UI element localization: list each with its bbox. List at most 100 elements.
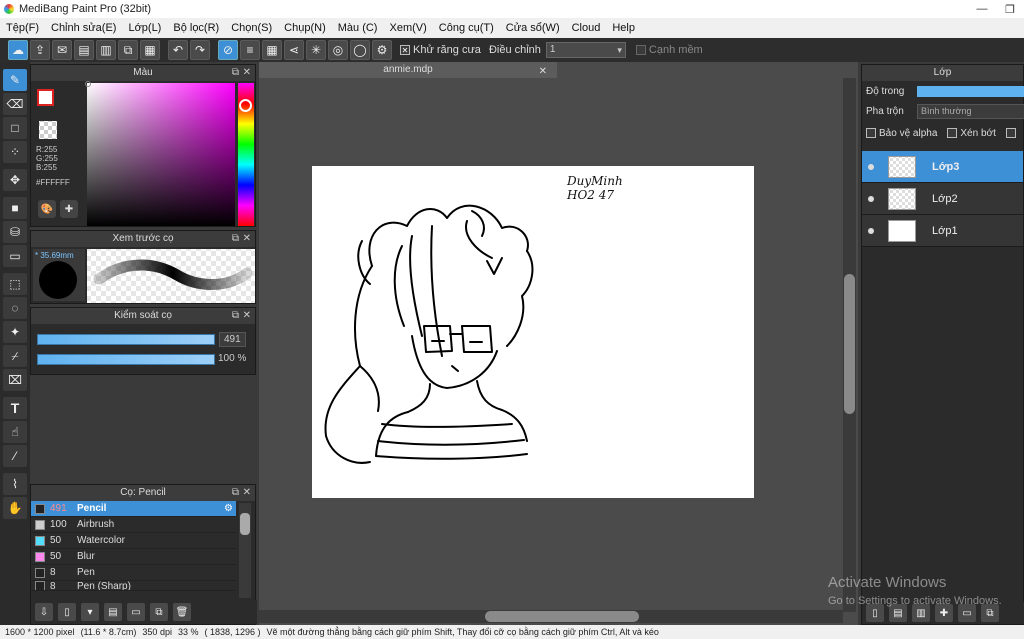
close-icon[interactable]: ✕ — [243, 65, 251, 81]
share-icon[interactable]: ⇪ — [30, 40, 50, 60]
cloud-download-icon[interactable]: ⇩ — [35, 603, 53, 621]
menu-file[interactable]: Tệp(F) — [0, 18, 45, 38]
radial-snap-icon[interactable]: ✳ — [306, 40, 326, 60]
cloud-icon[interactable]: ☁ — [8, 40, 28, 60]
lock-checkbox[interactable] — [1005, 128, 1016, 138]
protect-alpha-checkbox[interactable] — [866, 128, 876, 138]
redo-icon[interactable]: ↷ — [190, 40, 210, 60]
hue-marker[interactable] — [239, 99, 252, 112]
shape-tool-icon[interactable]: □ — [3, 117, 27, 139]
parallel-snap-icon[interactable]: ≡ — [240, 40, 260, 60]
divide-tool-icon[interactable]: ⁄ — [3, 445, 27, 467]
undock-icon[interactable]: ⧉ — [232, 308, 239, 324]
text-tool-icon[interactable]: T — [3, 397, 27, 419]
select-rect-tool-icon[interactable]: ⬚ — [3, 273, 27, 295]
foreground-color-swatch[interactable] — [37, 89, 54, 106]
drawing-canvas[interactable]: DuyMinh HO2 47 — [312, 166, 754, 498]
blend-mode-select[interactable]: Bình thường — [917, 104, 1024, 119]
move-tool-icon[interactable]: ✥ — [3, 169, 27, 191]
perspective-snap-icon[interactable]: ⋖ — [284, 40, 304, 60]
add-brush-menu-icon[interactable]: ▾ — [81, 603, 99, 621]
select-pen-tool-icon[interactable]: ⌿ — [3, 345, 27, 367]
page-icon[interactable]: ▥ — [96, 40, 116, 60]
brush-list-scrollbar[interactable] — [239, 503, 251, 598]
layer-opacity-slider[interactable] — [917, 86, 1024, 97]
magic-wand-tool-icon[interactable]: ✦ — [3, 321, 27, 343]
operation-tool-icon[interactable]: ☝ — [3, 421, 27, 443]
canvas-vertical-scrollbar[interactable] — [843, 78, 856, 612]
eyedropper-tool-icon[interactable]: ⌇ — [3, 473, 27, 495]
close-icon[interactable]: ✕ — [243, 485, 251, 501]
menu-view[interactable]: Xem(V) — [383, 18, 432, 38]
canvas-horizontal-scrollbar[interactable] — [259, 610, 843, 623]
chat-icon[interactable]: ✉ — [52, 40, 72, 60]
clipping-checkbox[interactable] — [947, 128, 958, 138]
gradient-tool-icon[interactable]: ▭ — [3, 245, 27, 267]
concentric-snap-icon[interactable]: ◎ — [328, 40, 348, 60]
menu-filter[interactable]: Bộ lọc(R) — [167, 18, 225, 38]
menu-window[interactable]: Cửa sổ(W) — [500, 18, 566, 38]
brush-properties-icon[interactable]: ▤ — [104, 603, 122, 621]
undock-icon[interactable]: ⧉ — [232, 231, 239, 247]
brush-tool-icon[interactable]: ✎ — [3, 69, 27, 91]
select-eraser-tool-icon[interactable]: ⌧ — [3, 369, 27, 391]
document-tab[interactable]: anmie.mdp ✕ — [259, 62, 557, 78]
brush-settings-icon[interactable]: ⚙ — [224, 503, 233, 514]
menu-help[interactable]: Help — [606, 18, 641, 38]
fill-rect-tool-icon[interactable]: ■ — [3, 197, 27, 219]
menu-color[interactable]: Màu (C) — [332, 18, 384, 38]
duplicate-icon[interactable]: ⧉ — [150, 603, 168, 621]
curve-snap-icon[interactable]: ◯ — [350, 40, 370, 60]
canvas-vertical-scroll-thumb[interactable] — [844, 274, 855, 414]
tab-close-icon[interactable]: ✕ — [539, 64, 547, 80]
visibility-icon[interactable] — [868, 195, 874, 202]
hand-tool-icon[interactable]: ✋ — [3, 497, 27, 519]
maximize-button[interactable]: ❐ — [996, 0, 1024, 18]
palette-add-icon[interactable]: ✚ — [60, 200, 78, 218]
snap-off-icon[interactable]: ⊘ — [218, 40, 238, 60]
close-icon[interactable]: ✕ — [243, 231, 251, 247]
brush-opacity-slider[interactable] — [37, 354, 215, 365]
brush-item-airbrush[interactable]: 100 Airbrush — [31, 517, 236, 533]
sv-marker[interactable] — [85, 81, 91, 87]
folder-icon[interactable]: ▭ — [127, 603, 145, 621]
brush-item-watercolor[interactable]: 50 Watercolor — [31, 533, 236, 549]
lasso-tool-icon[interactable]: ◌ — [3, 297, 27, 319]
new-brush-icon[interactable]: ▯ — [58, 603, 76, 621]
layer-item-1[interactable]: Lớp1 — [862, 215, 1023, 247]
grid-icon[interactable]: ▦ — [140, 40, 160, 60]
menu-edit[interactable]: Chỉnh sửa(E) — [45, 18, 122, 38]
grid-snap-icon[interactable]: ▦ — [262, 40, 282, 60]
menu-tools[interactable]: Công cụ(T) — [433, 18, 500, 38]
layer-item-2[interactable]: Lớp2 — [862, 183, 1023, 215]
dot-brush-tool-icon[interactable]: ⁘ — [3, 141, 27, 163]
brush-item-pen-sharp[interactable]: 8 Pen (Sharp) — [31, 581, 236, 591]
undock-icon[interactable]: ⧉ — [232, 65, 239, 81]
undo-icon[interactable]: ↶ — [168, 40, 188, 60]
layer-item-3[interactable]: Lớp3 — [862, 151, 1023, 183]
menu-select[interactable]: Chọn(S) — [225, 18, 278, 38]
saturation-value-picker[interactable] — [87, 83, 235, 226]
brush-item-pen[interactable]: 8 Pen — [31, 565, 236, 581]
minimize-button[interactable]: — — [968, 0, 996, 18]
undock-icon[interactable]: ⧉ — [232, 485, 239, 501]
visibility-icon[interactable] — [868, 227, 874, 234]
palette-icon[interactable]: 🎨 — [38, 200, 56, 218]
correction-select[interactable]: 1 — [545, 42, 626, 58]
brush-item-pencil[interactable]: 491 Pencil ⚙ — [31, 501, 236, 517]
brush-size-slider[interactable] — [37, 334, 215, 345]
transparent-color-swatch[interactable] — [39, 121, 57, 139]
snap-settings-icon[interactable]: ⚙ — [372, 40, 392, 60]
antialias-checkbox[interactable]: ✕ Khử răng cưa — [400, 44, 481, 56]
menu-cloud[interactable]: Cloud — [566, 18, 607, 38]
close-icon[interactable]: ✕ — [243, 308, 251, 324]
brush-list-scroll-thumb[interactable] — [240, 513, 250, 535]
comment-icon[interactable]: ▤ — [74, 40, 94, 60]
canvas-horizontal-scroll-thumb[interactable] — [485, 611, 639, 622]
brush-size-value[interactable]: 491 — [219, 332, 246, 347]
menu-capture[interactable]: Chụp(N) — [278, 18, 332, 38]
soft-edge-checkbox[interactable]: Cạnh mềm — [635, 44, 703, 56]
crop-icon[interactable]: ⧉ — [118, 40, 138, 60]
bucket-tool-icon[interactable]: ⛁ — [3, 221, 27, 243]
menu-layer[interactable]: Lớp(L) — [122, 18, 167, 38]
